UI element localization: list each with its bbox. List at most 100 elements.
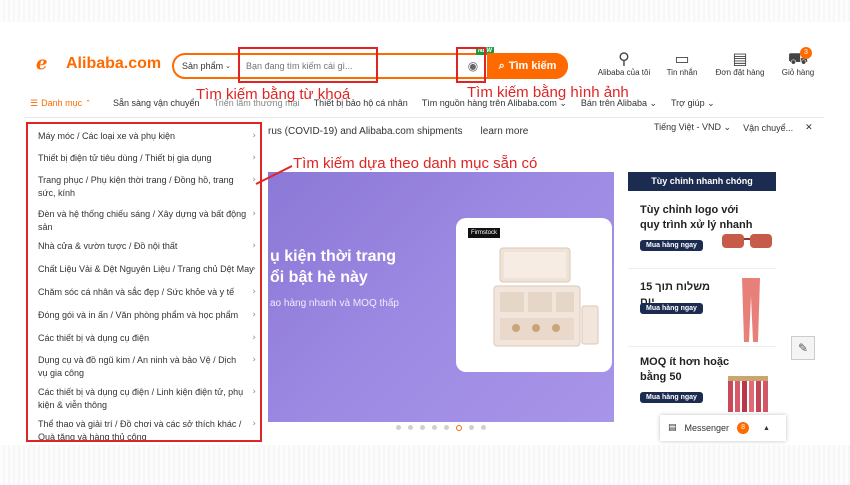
category-label: Thiết bị điện tử tiêu dùng / Thiết bị gi… [38,153,212,163]
chevron-down-icon: ⌄ [225,63,231,70]
nav-ppe[interactable]: Thiết bị bảo hộ cá nhân [314,98,408,108]
category-label: Đèn và hệ thống chiếu sáng / Xây dựng và… [38,209,247,232]
category-item[interactable]: Dụng cụ và đồ ngũ kim / An ninh và bảo V… [38,354,256,380]
category-label: Nhà cửa & vườn tược / Đồ nội thất [38,241,178,251]
hero-title: ụ kiện thời trang ổi bật hè này [270,246,396,288]
language-label: Tiếng Việt - VND [654,122,722,132]
covid-info-text: rus (COVID-19) and Alibaba.com shipments [268,125,463,137]
category-item[interactable]: Đóng gói và in ấn / Văn phòng phẩm và họ… [38,309,260,322]
search-button-label: Tìm kiếm [508,60,557,72]
messages-label: Tin nhắn [666,68,698,77]
search-category-select[interactable]: Sản phẩm ⌄ [174,55,240,77]
feedback-icon[interactable]: ✎ [791,336,815,360]
nav-ready-to-ship[interactable]: Sẵn sàng vận chuyển [113,98,200,108]
chevron-right-icon: › [252,355,256,365]
chevron-right-icon: › [252,419,256,429]
messenger-label: Messenger [684,423,730,433]
carousel-dot[interactable] [432,425,437,430]
hero-product-card: Firmstock [456,218,612,372]
buy-now-button[interactable]: Mua hàng ngay [640,303,703,314]
hero-title-line1: ụ kiện thời trang [270,248,397,265]
category-item[interactable]: Nhà cửa & vườn tược / Đồ nội thất › [38,240,260,253]
messages-link[interactable]: ▭ Tin nhắn [652,49,712,78]
alibaba-logo[interactable]: ℯ Alibaba.com [36,55,161,73]
panel-divider [628,346,776,347]
menu-icon: ☰ [30,97,39,108]
bottom-noise-band [0,445,850,485]
carousel-dot[interactable] [420,425,425,430]
category-item[interactable]: Chất Liệu Vải & Dệt Nguyên Liệu / Trang … [38,263,260,276]
chevron-right-icon: › [252,131,256,141]
category-label: Dụng cụ và đồ ngũ kim / An ninh và bảo V… [38,355,237,378]
category-item[interactable]: Chăm sóc cá nhân và sắc đẹp / Sức khỏe v… [38,286,260,299]
category-label: Chăm sóc cá nhân và sắc đẹp / Sức khỏe v… [38,287,235,297]
orders-label: Đơn đặt hàng [715,68,765,77]
custom-logo-title[interactable]: Tùy chỉnh logo với quy trình xử lý nhanh [640,203,760,233]
orders-link[interactable]: ▤ Đơn đặt hàng [710,49,770,78]
nav-sourcing-label: Tìm nguồn hàng trên Alibaba.com [421,97,557,108]
nav-help[interactable]: Trợ giúp ⌄ [671,98,715,109]
carousel-dots [396,425,486,431]
orders-icon: ▤ [732,49,748,68]
category-item[interactable]: Thể thao và giải trí / Đồ chơi và các sở… [38,418,256,442]
carousel-dot-active[interactable] [456,425,462,431]
messenger-widget[interactable]: ▤ Messenger 8 ▲ [660,415,786,441]
quick-customization-header: Tùy chỉnh nhanh chóng [628,172,776,191]
carousel-dot[interactable] [396,425,401,430]
nav-sourcing[interactable]: Tìm nguồn hàng trên Alibaba.com ⌄ [422,98,567,109]
main-nav: ☰ Danh mục ⌃ Sẵn sàng vận chuyển Triển l… [30,93,820,113]
chevron-right-icon: › [252,387,256,397]
category-label: Các thiết bị và dụng cụ điện / Linh kiện… [38,387,244,410]
my-alibaba-label: Alibaba của tôi [597,68,651,77]
annotation-arrow [255,165,293,185]
locale-settings: Tiếng Việt - VND ⌄ Vận chuyể... ✕ [654,122,813,133]
carousel-dot[interactable] [408,425,413,430]
nav-trade-shows[interactable]: Triển lãm thương mại [214,98,300,108]
category-item[interactable]: Thiết bị điện tử tiêu dùng / Thiết bị gi… [38,152,260,165]
category-label: Đóng gói và in ấn / Văn phòng phẩm và họ… [38,310,239,320]
category-label: Thể thao và giải trí / Đồ chơi và các sở… [38,419,242,442]
carousel-dot[interactable] [469,425,474,430]
chevron-right-icon: › [252,310,256,320]
category-item[interactable]: Các thiết bị và dụng cụ điện / Linh kiện… [38,386,256,412]
cart-label: Giỏ hàng [781,68,815,77]
panel-divider [628,268,776,269]
category-item[interactable]: Trang phục / Phụ kiện thời trang / Đồng … [38,174,256,200]
language-selector[interactable]: Tiếng Việt - VND ⌄ [654,122,731,133]
categories-menu[interactable]: ☰ Danh mục ⌃ [30,98,91,109]
nav-help-label: Trợ giúp [671,97,705,108]
shipping-selector[interactable]: Vận chuyể... [743,123,793,133]
carousel-dot[interactable] [481,425,486,430]
buy-now-button[interactable]: Mua hàng ngay [640,392,703,403]
category-item[interactable]: Đèn và hệ thống chiếu sáng / Xây dựng và… [38,208,256,234]
chevron-right-icon: › [252,287,256,297]
cart-count-badge: 3 [800,47,812,59]
category-item[interactable]: Các thiết bị và dụng cụ điện › [38,332,260,345]
category-label: Trang phục / Phụ kiện thời trang / Đồng … [38,175,234,198]
nav-sell[interactable]: Bán trên Alibaba ⌄ [581,98,657,109]
learn-more-link[interactable]: learn more [481,126,529,137]
moq-title[interactable]: MOQ ít hơn hoặc bằng 50 [640,355,730,385]
cart-icon: ⛟ [787,49,809,68]
categories-label: Danh mục [41,98,83,108]
close-icon[interactable]: ✕ [805,122,813,133]
carousel-dot[interactable] [444,425,449,430]
category-label: Chất Liệu Vải & Dệt Nguyên Liệu / Trang … [38,264,254,274]
messenger-count-badge: 8 [737,422,750,434]
user-icon: ⚲ [618,49,630,68]
category-item[interactable]: Máy móc / Các loại xe và phụ kiện › [38,130,260,143]
my-alibaba-link[interactable]: ⚲ Alibaba của tôi [594,49,654,78]
message-icon: ▭ [674,49,690,68]
category-label: Máy móc / Các loại xe và phụ kiện [38,131,176,141]
category-sidebar: Máy móc / Các loại xe và phụ kiện › Thiết… [26,122,262,442]
search-category-label: Sản phẩm [182,61,224,71]
nav-sell-label: Bán trên Alibaba [580,97,647,108]
cart-link[interactable]: ⛟ Giỏ hàng [768,49,828,78]
keyword-search-highlight [238,47,378,83]
leggings-image [742,278,760,342]
search-button[interactable]: ⌕ Tìm kiếm [487,53,568,79]
alibaba-logo-icon: ℯ [36,53,48,74]
top-noise-band [0,0,850,22]
buy-now-button[interactable]: Mua hàng ngay [640,240,703,251]
chevron-right-icon: › [252,209,256,219]
